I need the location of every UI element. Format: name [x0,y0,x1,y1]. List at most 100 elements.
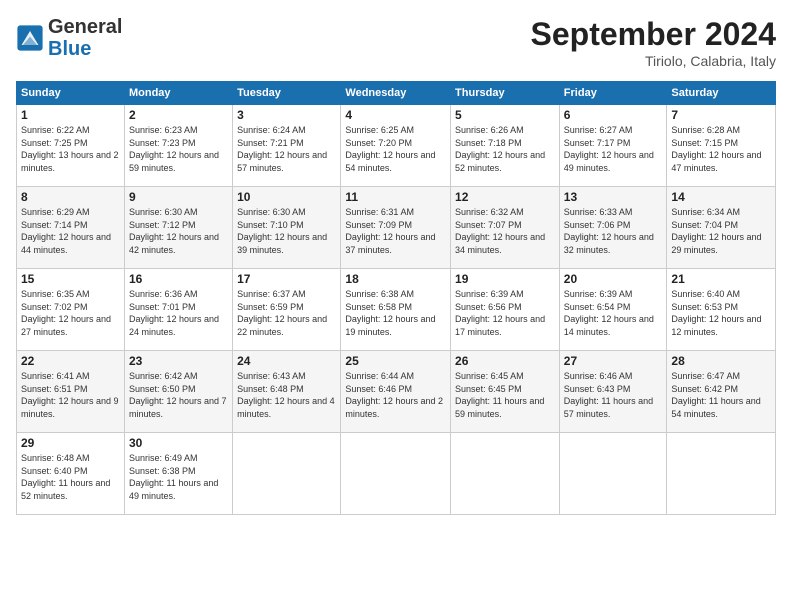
calendar-cell: 14 Sunrise: 6:34 AMSunset: 7:04 PMDaylig… [667,187,776,269]
logo-text: General Blue [48,16,122,60]
day-info: Sunrise: 6:42 AMSunset: 6:50 PMDaylight:… [129,371,227,419]
month-title: September 2024 [531,16,776,53]
day-number: 12 [455,190,555,204]
day-number: 5 [455,108,555,122]
logo-general: General [48,16,122,38]
calendar-cell: 11 Sunrise: 6:31 AMSunset: 7:09 PMDaylig… [341,187,451,269]
weekday-header-monday: Monday [124,82,232,105]
day-info: Sunrise: 6:40 AMSunset: 6:53 PMDaylight:… [671,289,761,337]
logo-icon [16,24,44,52]
day-info: Sunrise: 6:23 AMSunset: 7:23 PMDaylight:… [129,125,219,173]
day-number: 14 [671,190,771,204]
day-number: 28 [671,354,771,368]
calendar-cell: 6 Sunrise: 6:27 AMSunset: 7:17 PMDayligh… [559,105,667,187]
day-info: Sunrise: 6:35 AMSunset: 7:02 PMDaylight:… [21,289,111,337]
calendar-week-2: 8 Sunrise: 6:29 AMSunset: 7:14 PMDayligh… [17,187,776,269]
day-info: Sunrise: 6:41 AMSunset: 6:51 PMDaylight:… [21,371,119,419]
day-number: 15 [21,272,120,286]
header: General Blue September 2024 Tiriolo, Cal… [16,16,776,69]
calendar-cell: 18 Sunrise: 6:38 AMSunset: 6:58 PMDaylig… [341,269,451,351]
day-info: Sunrise: 6:46 AMSunset: 6:43 PMDaylight:… [564,371,653,419]
calendar-week-5: 29 Sunrise: 6:48 AMSunset: 6:40 PMDaylig… [17,433,776,515]
day-number: 19 [455,272,555,286]
day-info: Sunrise: 6:30 AMSunset: 7:12 PMDaylight:… [129,207,219,255]
weekday-header-tuesday: Tuesday [233,82,341,105]
day-number: 9 [129,190,228,204]
day-info: Sunrise: 6:48 AMSunset: 6:40 PMDaylight:… [21,453,110,501]
calendar-cell: 15 Sunrise: 6:35 AMSunset: 7:02 PMDaylig… [17,269,125,351]
day-number: 4 [345,108,446,122]
calendar-cell: 7 Sunrise: 6:28 AMSunset: 7:15 PMDayligh… [667,105,776,187]
day-info: Sunrise: 6:22 AMSunset: 7:25 PMDaylight:… [21,125,119,173]
day-number: 29 [21,436,120,450]
calendar-cell: 22 Sunrise: 6:41 AMSunset: 6:51 PMDaylig… [17,351,125,433]
day-number: 6 [564,108,663,122]
calendar-week-3: 15 Sunrise: 6:35 AMSunset: 7:02 PMDaylig… [17,269,776,351]
calendar-cell: 29 Sunrise: 6:48 AMSunset: 6:40 PMDaylig… [17,433,125,515]
calendar-week-1: 1 Sunrise: 6:22 AMSunset: 7:25 PMDayligh… [17,105,776,187]
calendar-cell [341,433,451,515]
weekday-header-row: SundayMondayTuesdayWednesdayThursdayFrid… [17,82,776,105]
calendar-cell: 19 Sunrise: 6:39 AMSunset: 6:56 PMDaylig… [451,269,560,351]
calendar-cell [233,433,341,515]
day-info: Sunrise: 6:24 AMSunset: 7:21 PMDaylight:… [237,125,327,173]
day-number: 8 [21,190,120,204]
calendar-cell: 26 Sunrise: 6:45 AMSunset: 6:45 PMDaylig… [451,351,560,433]
day-number: 3 [237,108,336,122]
weekday-header-sunday: Sunday [17,82,125,105]
day-info: Sunrise: 6:26 AMSunset: 7:18 PMDaylight:… [455,125,545,173]
day-number: 2 [129,108,228,122]
calendar-cell [667,433,776,515]
day-number: 18 [345,272,446,286]
day-info: Sunrise: 6:39 AMSunset: 6:56 PMDaylight:… [455,289,545,337]
day-number: 21 [671,272,771,286]
calendar-cell: 9 Sunrise: 6:30 AMSunset: 7:12 PMDayligh… [124,187,232,269]
calendar-cell: 4 Sunrise: 6:25 AMSunset: 7:20 PMDayligh… [341,105,451,187]
day-number: 7 [671,108,771,122]
day-info: Sunrise: 6:39 AMSunset: 6:54 PMDaylight:… [564,289,654,337]
calendar-cell: 1 Sunrise: 6:22 AMSunset: 7:25 PMDayligh… [17,105,125,187]
day-number: 22 [21,354,120,368]
calendar-cell: 16 Sunrise: 6:36 AMSunset: 7:01 PMDaylig… [124,269,232,351]
calendar-cell: 2 Sunrise: 6:23 AMSunset: 7:23 PMDayligh… [124,105,232,187]
calendar-cell: 23 Sunrise: 6:42 AMSunset: 6:50 PMDaylig… [124,351,232,433]
weekday-header-friday: Friday [559,82,667,105]
calendar: SundayMondayTuesdayWednesdayThursdayFrid… [16,81,776,515]
day-info: Sunrise: 6:28 AMSunset: 7:15 PMDaylight:… [671,125,761,173]
day-info: Sunrise: 6:33 AMSunset: 7:06 PMDaylight:… [564,207,654,255]
day-info: Sunrise: 6:30 AMSunset: 7:10 PMDaylight:… [237,207,327,255]
day-info: Sunrise: 6:25 AMSunset: 7:20 PMDaylight:… [345,125,435,173]
calendar-cell: 27 Sunrise: 6:46 AMSunset: 6:43 PMDaylig… [559,351,667,433]
day-info: Sunrise: 6:44 AMSunset: 6:46 PMDaylight:… [345,371,443,419]
day-number: 25 [345,354,446,368]
weekday-header-saturday: Saturday [667,82,776,105]
day-number: 23 [129,354,228,368]
day-info: Sunrise: 6:37 AMSunset: 6:59 PMDaylight:… [237,289,327,337]
day-info: Sunrise: 6:32 AMSunset: 7:07 PMDaylight:… [455,207,545,255]
calendar-cell: 3 Sunrise: 6:24 AMSunset: 7:21 PMDayligh… [233,105,341,187]
day-number: 20 [564,272,663,286]
logo: General Blue [16,16,122,60]
calendar-cell [451,433,560,515]
day-info: Sunrise: 6:38 AMSunset: 6:58 PMDaylight:… [345,289,435,337]
title-block: September 2024 Tiriolo, Calabria, Italy [531,16,776,69]
calendar-cell: 28 Sunrise: 6:47 AMSunset: 6:42 PMDaylig… [667,351,776,433]
day-number: 13 [564,190,663,204]
calendar-cell: 21 Sunrise: 6:40 AMSunset: 6:53 PMDaylig… [667,269,776,351]
weekday-header-wednesday: Wednesday [341,82,451,105]
calendar-week-4: 22 Sunrise: 6:41 AMSunset: 6:51 PMDaylig… [17,351,776,433]
day-number: 24 [237,354,336,368]
calendar-cell: 13 Sunrise: 6:33 AMSunset: 7:06 PMDaylig… [559,187,667,269]
day-number: 1 [21,108,120,122]
day-number: 11 [345,190,446,204]
day-info: Sunrise: 6:31 AMSunset: 7:09 PMDaylight:… [345,207,435,255]
day-number: 10 [237,190,336,204]
day-number: 16 [129,272,228,286]
day-number: 30 [129,436,228,450]
day-info: Sunrise: 6:43 AMSunset: 6:48 PMDaylight:… [237,371,335,419]
day-info: Sunrise: 6:29 AMSunset: 7:14 PMDaylight:… [21,207,111,255]
day-number: 26 [455,354,555,368]
day-info: Sunrise: 6:49 AMSunset: 6:38 PMDaylight:… [129,453,218,501]
day-info: Sunrise: 6:34 AMSunset: 7:04 PMDaylight:… [671,207,761,255]
calendar-cell: 8 Sunrise: 6:29 AMSunset: 7:14 PMDayligh… [17,187,125,269]
